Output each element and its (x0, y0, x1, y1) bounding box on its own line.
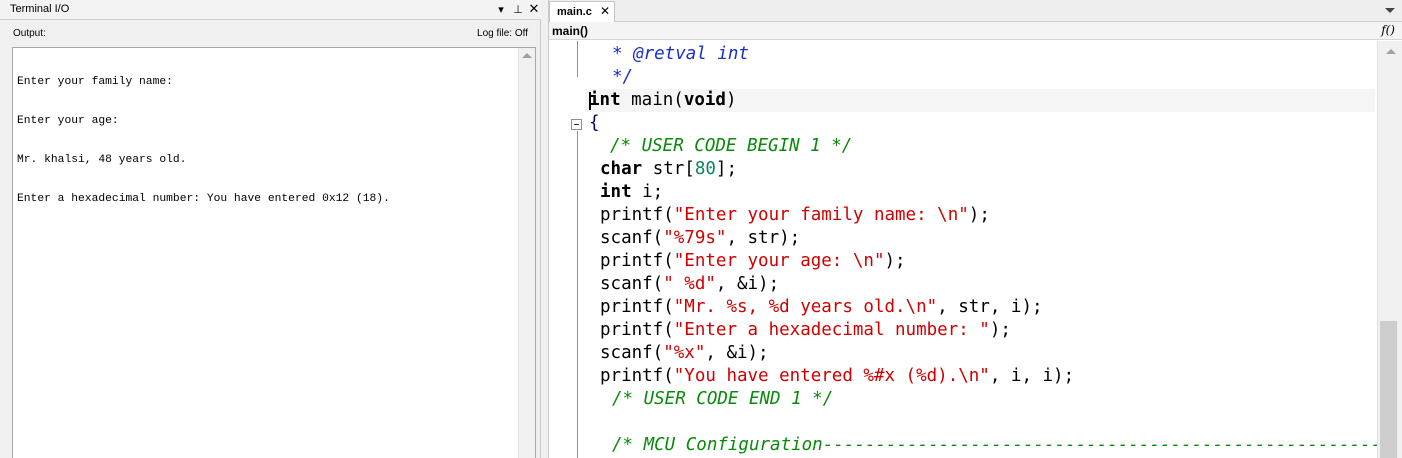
code-line-scanf-str: scanf("%79s", str); (600, 228, 801, 248)
editor-scrollbar[interactable] (1377, 41, 1402, 458)
pin-icon[interactable]: ⊥ (511, 2, 525, 17)
fold-guide-line (577, 131, 578, 458)
scroll-up-arrow-icon[interactable] (1386, 49, 1396, 54)
code-line-scanf-int: scanf(" %d", &i); (600, 274, 780, 294)
code-line-mcu-configuration: /* MCU Configuration--------------------… (612, 435, 1392, 455)
editor-tab-bar: main.c ✕ (549, 0, 1402, 22)
tab-close-icon[interactable]: ✕ (600, 4, 610, 18)
dropdown-menu-icon[interactable]: ▾ (494, 2, 508, 17)
fold-guide-line (577, 41, 578, 77)
log-file-status[interactable]: Log file: Off (477, 28, 528, 39)
code-editor[interactable]: * @retval int */ int main(void) { /* USE… (549, 41, 1402, 458)
fold-collapse-icon[interactable] (571, 119, 582, 130)
editor-panel: main.c ✕ main() f() * @retval int */ int… (548, 0, 1402, 458)
code-line-comment-close: */ (612, 67, 634, 87)
code-line-printf-mr: printf("Mr. %s, %d years old.\n", str, i… (600, 297, 1043, 317)
code-line-main-signature: int main(void) (589, 89, 737, 112)
function-list-icon[interactable]: f() (1381, 23, 1395, 37)
code-line-printf-age: printf("Enter your age: \n"); (600, 251, 906, 271)
terminal-line: Mr. khalsi, 48 years old. (17, 154, 187, 166)
code-line-scanf-hex: scanf("%x", &i); (600, 343, 769, 363)
code-line-printf-hex-prompt: printf("Enter a hexadecimal number: "); (600, 320, 1011, 340)
code-line-printf-family: printf("Enter your family name: \n"); (600, 205, 990, 225)
scrollbar-thumb[interactable] (1380, 321, 1397, 458)
terminal-titlebar: Terminal I/O ▾ ⊥ ✕ (0, 0, 541, 20)
tab-label: main.c (557, 6, 592, 18)
close-icon[interactable]: ✕ (527, 2, 541, 17)
terminal-line: Enter a hexadecimal number: You have ent… (17, 193, 390, 205)
terminal-output-text: Enter your family name: Enter your age: … (17, 50, 390, 232)
terminal-line: Enter your age: (17, 115, 119, 127)
tab-list-dropdown-icon[interactable] (1385, 8, 1395, 13)
fold-gutter (549, 41, 585, 458)
scroll-up-arrow-icon[interactable] (522, 53, 532, 58)
terminal-line: Enter your family name: (17, 76, 173, 88)
code-line-open-brace: { (589, 113, 600, 133)
code-line-user-code-end: /* USER CODE END 1 */ (612, 389, 834, 409)
current-function-name[interactable]: main() (552, 24, 588, 38)
output-label: Output: (13, 28, 46, 39)
code-line-printf-result: printf("You have entered %#x (%d).\n", i… (600, 366, 1075, 386)
terminal-output-box[interactable]: Enter your family name: Enter your age: … (12, 47, 536, 458)
code-line-user-code-begin: /* USER CODE BEGIN 1 */ (610, 136, 853, 156)
code-line-decl-char: char str[80]; (600, 159, 737, 179)
text-cursor (589, 92, 591, 110)
function-navigation-bar[interactable]: main() f() (549, 22, 1402, 40)
terminal-scrollbar[interactable] (518, 48, 535, 458)
code-keyword-int: int (589, 90, 621, 110)
code-main-void: main(void) (620, 90, 737, 110)
code-line-retval-comment: * @retval int (612, 44, 749, 64)
code-line-decl-int: int i; (600, 182, 664, 202)
terminal-title: Terminal I/O (10, 3, 70, 15)
tab-main-c[interactable]: main.c ✕ (549, 1, 615, 22)
terminal-io-panel: Terminal I/O ▾ ⊥ ✕ Output: Log file: Off… (0, 0, 541, 458)
